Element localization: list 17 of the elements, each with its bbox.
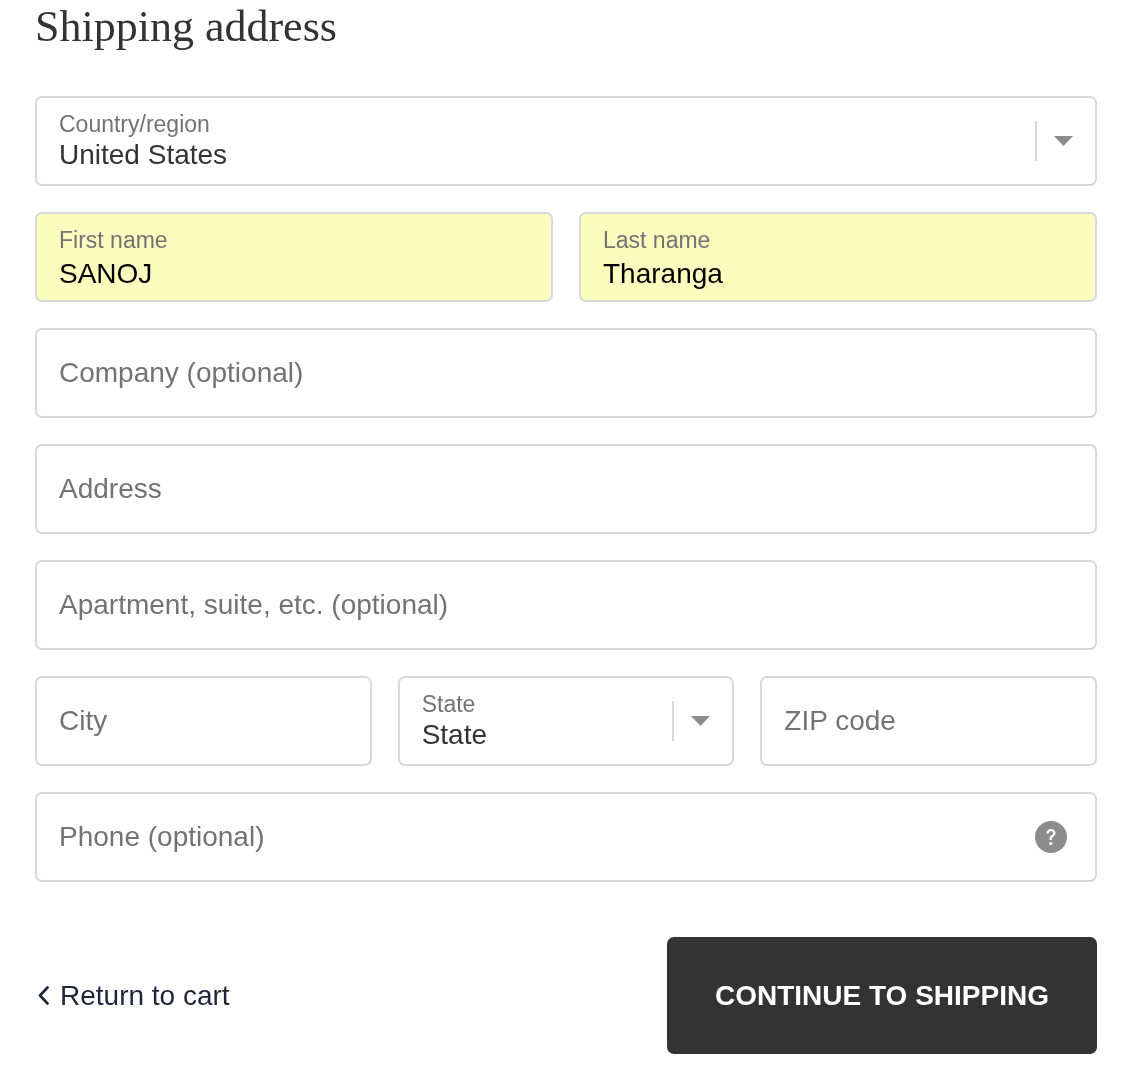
dropdown-field[interactable]: State State — [397, 676, 735, 766]
input-field[interactable]: ZIP code — [760, 676, 1097, 766]
caret-icon — [1054, 136, 1073, 146]
return-to-cart-link[interactable]: Return to cart — [38, 979, 230, 1012]
dropdown-field[interactable]: Country/region United States — [35, 96, 1097, 186]
field-label: First name — [59, 226, 168, 254]
help-icon[interactable] — [1035, 821, 1067, 853]
input-field[interactable]: Company (optional) — [35, 328, 1097, 418]
continue-button[interactable]: CONTINUE TO SHIPPING — [667, 937, 1097, 1054]
input-field[interactable]: City — [35, 676, 372, 766]
page-heading: Shipping address — [35, 2, 337, 52]
input-field[interactable]: Apartment, suite, etc. (optional) — [35, 560, 1097, 650]
input-field[interactable]: Address — [35, 444, 1097, 534]
input-field[interactable]: Phone (optional) — [35, 792, 1097, 882]
chevron-left-icon — [38, 986, 49, 1005]
field-label: Last name — [603, 226, 711, 254]
caret-icon — [691, 716, 711, 726]
